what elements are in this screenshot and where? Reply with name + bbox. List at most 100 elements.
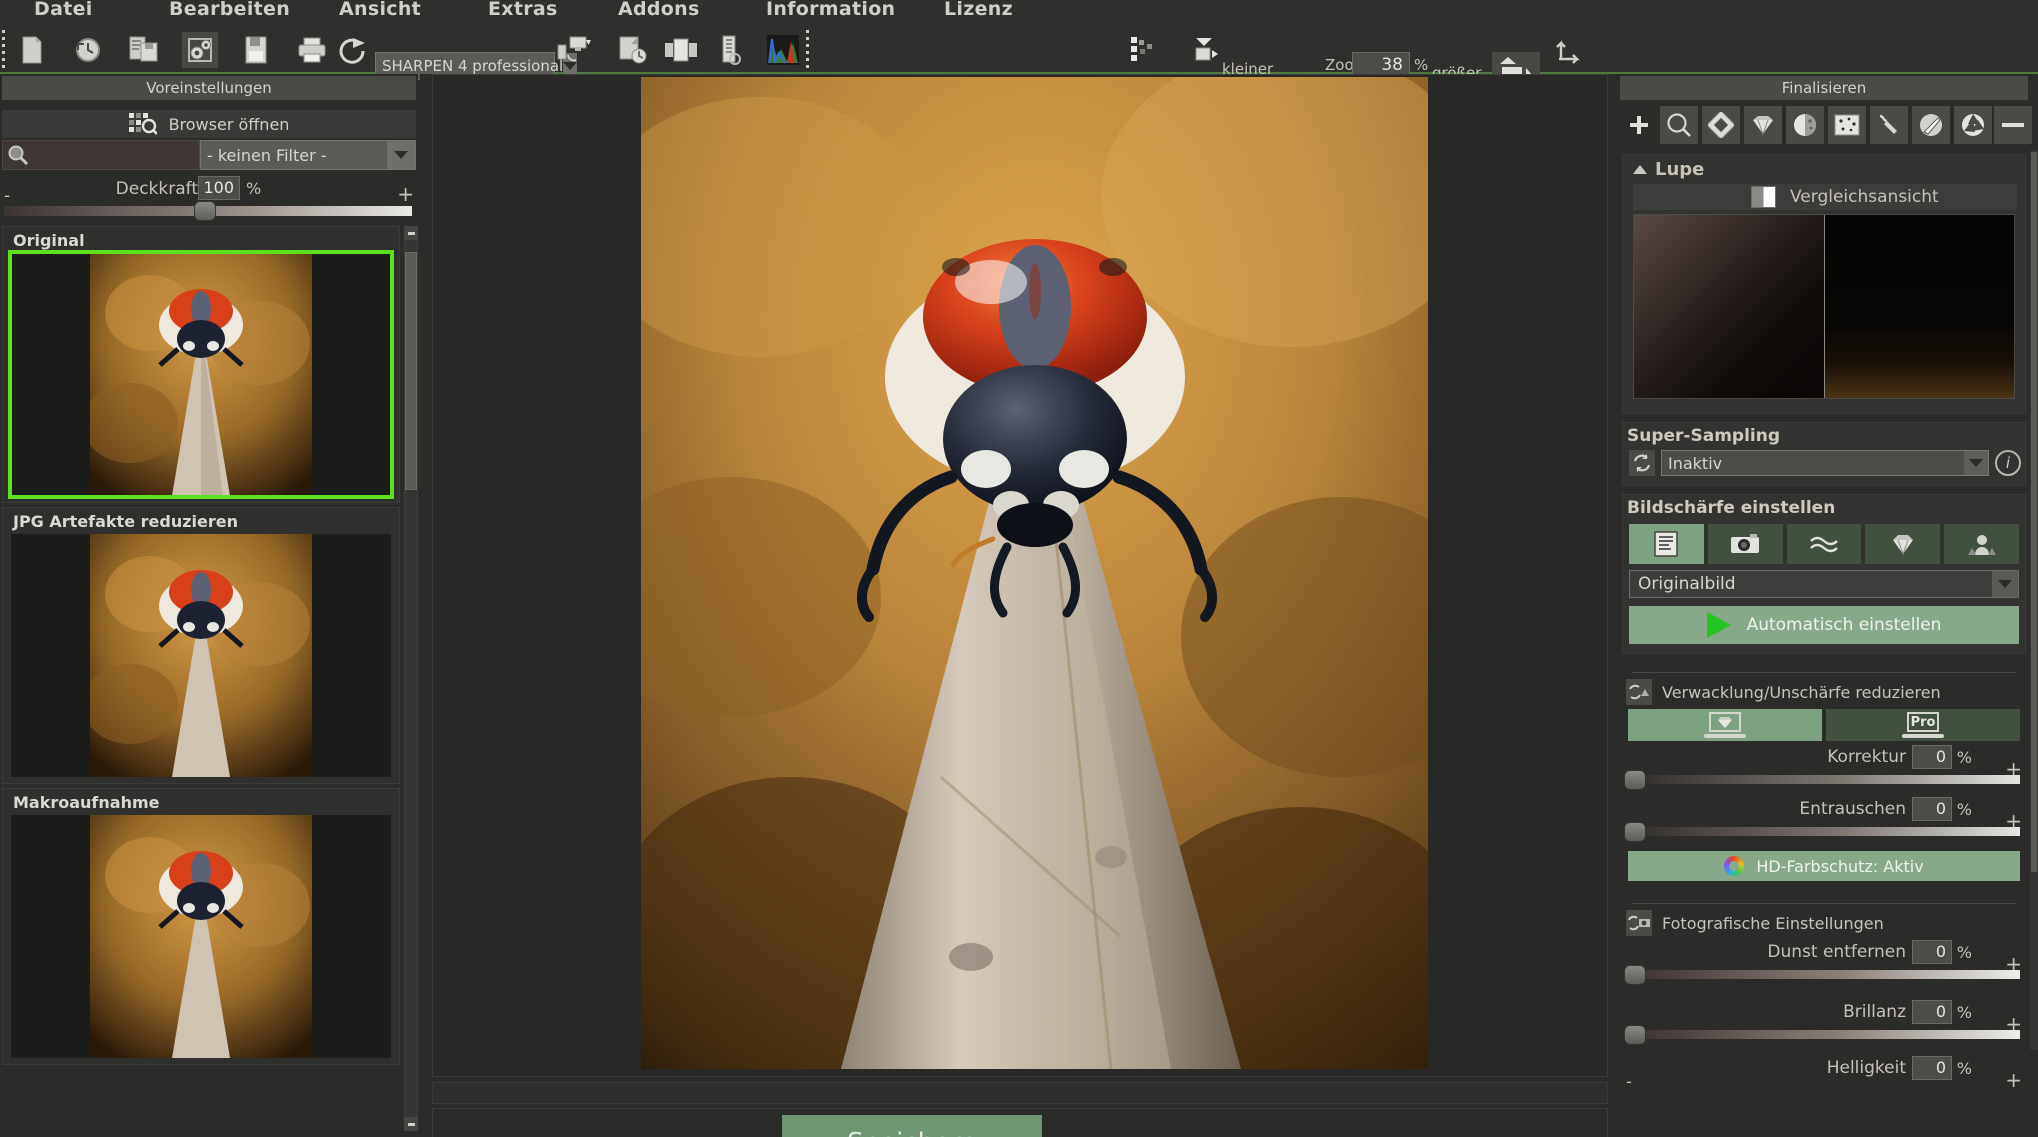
refresh-icon[interactable]	[1629, 450, 1655, 476]
menu-item-lizenz[interactable]: Lizenz	[938, 0, 1019, 20]
brillanz-label: Brillanz	[1843, 1002, 1906, 1022]
noise-pattern-icon[interactable]	[1126, 32, 1162, 68]
search-field[interactable]	[29, 146, 179, 164]
helligkeit-value[interactable]: 0	[1912, 1056, 1952, 1080]
brillanz-knob[interactable]	[1624, 1025, 1646, 1045]
preset-thumbnail-jpg[interactable]	[11, 534, 391, 777]
scalpel-circle-icon[interactable]	[1912, 106, 1950, 144]
dunst-track[interactable]	[1628, 970, 2020, 979]
chevron-down-icon[interactable]	[387, 141, 415, 169]
document-mode-icon[interactable]	[1629, 524, 1704, 564]
preset-card[interactable]: JPG Artefakte reduzieren	[2, 507, 400, 784]
presets-list[interactable]: Original JPG Artefakte reduzieren Makroa…	[2, 226, 402, 1131]
brillanz-value[interactable]: 0	[1912, 1000, 1952, 1024]
opacity-plus-label[interactable]: +	[397, 182, 414, 206]
browser-grid-icon	[128, 113, 157, 135]
batch-save-icon[interactable]	[126, 32, 162, 68]
sharpen-diamond-icon[interactable]	[1702, 106, 1740, 144]
filter-select[interactable]: - keinen Filter -	[200, 140, 416, 170]
info-icon[interactable]: i	[1995, 450, 2021, 476]
pro-label: Pro	[1907, 712, 1939, 732]
preset-card[interactable]: Makroaufnahme	[2, 788, 400, 1065]
browser-open-button[interactable]: Browser öffnen	[2, 110, 416, 138]
dunst-knob[interactable]	[1624, 965, 1646, 985]
compare-view-toggle[interactable]	[1751, 186, 1776, 208]
histogram-icon[interactable]	[765, 32, 801, 68]
aperture-icon[interactable]	[1954, 106, 1992, 144]
collapse-arrow-icon[interactable]	[1633, 165, 1647, 174]
preset-card[interactable]: Original	[2, 226, 400, 503]
image-canvas[interactable]	[432, 74, 1608, 1077]
brillanz-track[interactable]	[1628, 1030, 2020, 1039]
auto-adjust-button[interactable]: Automatisch einstellen	[1629, 606, 2019, 644]
gem-mode-icon[interactable]	[1865, 524, 1941, 564]
settings-gears-icon[interactable]	[182, 32, 218, 68]
noise-grain-icon[interactable]	[1828, 106, 1866, 144]
korrektur-slider: - Korrektur 0 % +	[1622, 745, 2026, 793]
right-panel-scrollbar-thumb[interactable]	[2031, 152, 2037, 872]
new-document-icon[interactable]	[14, 32, 50, 68]
laptop-gem-icon[interactable]	[1628, 709, 1822, 741]
screen-transfer-icon[interactable]	[556, 32, 592, 68]
gem-icon[interactable]	[1744, 106, 1782, 144]
minus-icon[interactable]	[1994, 106, 2032, 144]
korrektur-knob[interactable]	[1624, 770, 1646, 790]
opacity-minus-label[interactable]: -	[4, 186, 10, 206]
menu-item-extras[interactable]: Extras	[482, 0, 564, 20]
camera-mode-icon[interactable]	[1707, 524, 1783, 564]
dunst-value[interactable]: 0	[1912, 940, 1952, 964]
projector-icon[interactable]	[1187, 32, 1223, 68]
compare-view-icon[interactable]	[663, 32, 699, 68]
contrast-sphere-icon[interactable]	[1786, 106, 1824, 144]
sharpness-source-select[interactable]: Originalbild	[1629, 570, 2019, 598]
swap-arrows-icon[interactable]	[1550, 32, 1586, 68]
save-button[interactable]: Speichern	[782, 1115, 1042, 1137]
menu-item-addons[interactable]: Addons	[612, 0, 706, 20]
left-panel-scrollbar-thumb[interactable]	[405, 252, 417, 490]
hd-color-protection-button[interactable]: HD-Farbschutz: Aktiv	[1628, 851, 2020, 881]
save-icon[interactable]	[238, 32, 274, 68]
zoom-percent-label: %	[1414, 56, 1429, 74]
chevron-down-icon[interactable]	[1964, 451, 1988, 475]
helligkeit-minus[interactable]: -	[1626, 1072, 1632, 1091]
sharpness-mode-buttons	[1623, 520, 2025, 564]
image-rotate-icon[interactable]	[615, 32, 651, 68]
menu-item-ansicht[interactable]: Ansicht	[333, 0, 427, 20]
preset-thumbnail-makro[interactable]	[11, 815, 391, 1058]
menu-item-information[interactable]: Information	[760, 0, 901, 20]
dunst-unit: %	[1956, 943, 1972, 962]
portrait-mode-icon[interactable]	[1944, 524, 2019, 564]
lupe-preview[interactable]	[1633, 214, 2015, 399]
korrektur-value[interactable]: 0	[1912, 745, 1952, 769]
thermometer-icon[interactable]	[712, 32, 748, 68]
main-ladybug-image[interactable]	[641, 77, 1428, 1069]
entrauschen-knob[interactable]	[1624, 822, 1646, 842]
share-export-icon[interactable]	[336, 32, 372, 68]
preset-thumbnail-original[interactable]	[8, 250, 394, 499]
retouch-brush-icon[interactable]	[1870, 106, 1908, 144]
print-icon[interactable]	[294, 32, 330, 68]
magnifier-icon[interactable]	[1660, 106, 1698, 144]
search-input[interactable]	[2, 140, 200, 170]
compare-view-row[interactable]: Vergleichsansicht	[1633, 184, 2017, 210]
entrauschen-value[interactable]: 0	[1912, 797, 1952, 821]
opacity-value-input[interactable]: 100	[198, 176, 240, 200]
helligkeit-plus[interactable]: +	[2005, 1068, 2022, 1092]
filter-row: - keinen Filter -	[2, 140, 416, 170]
history-icon[interactable]	[70, 32, 106, 68]
finalize-header: Finalisieren	[1620, 76, 2028, 100]
chevron-down-icon[interactable]	[1992, 571, 2018, 597]
plus-icon[interactable]	[1620, 106, 1658, 144]
entrauschen-track[interactable]	[1628, 827, 2020, 836]
menu-item-datei[interactable]: Datei	[28, 0, 99, 20]
korrektur-track[interactable]	[1628, 775, 2020, 784]
menu-item-bearbeiten[interactable]: Bearbeiten	[163, 0, 296, 20]
scroll-down-icon[interactable]	[404, 1117, 418, 1131]
laptop-pro-icon[interactable]: Pro	[1826, 709, 2020, 741]
color-ring-icon	[1724, 856, 1745, 876]
super-sampling-select[interactable]: Inaktiv	[1661, 450, 1989, 476]
lupe-header[interactable]: Lupe	[1623, 155, 2025, 182]
waves-mode-icon[interactable]	[1786, 524, 1862, 564]
opacity-slider-knob[interactable]	[194, 201, 216, 221]
scroll-up-icon[interactable]	[404, 226, 418, 240]
